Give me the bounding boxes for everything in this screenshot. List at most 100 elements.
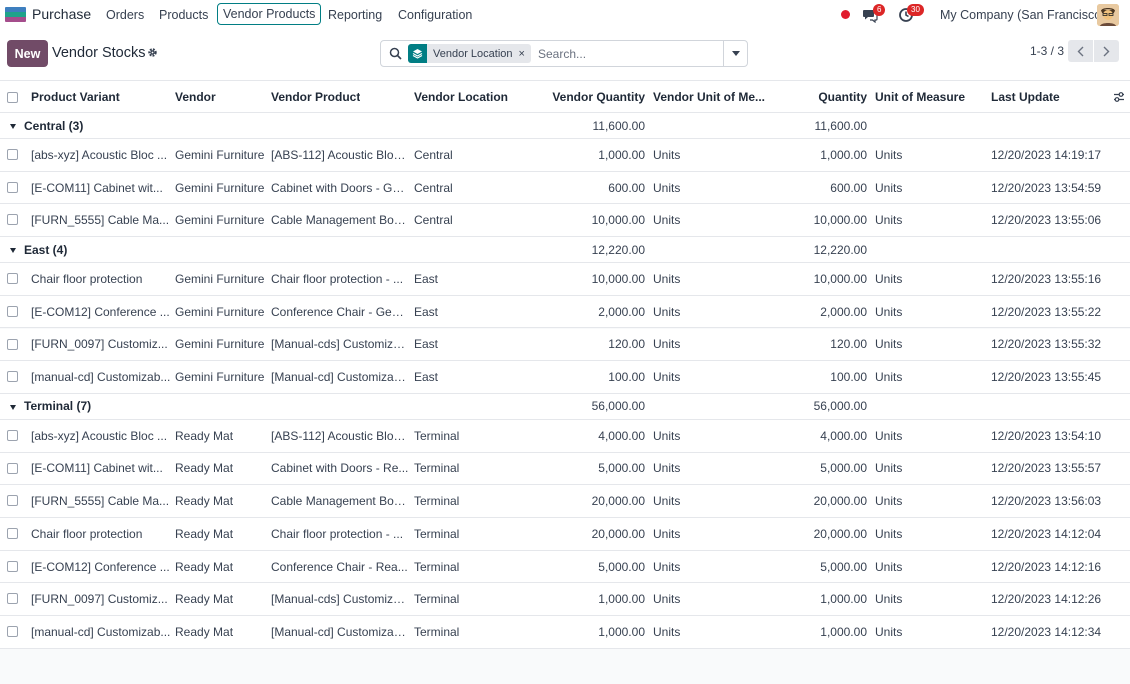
col-uom[interactable]: Unit of Measure bbox=[875, 81, 985, 112]
col-vendor-location[interactable]: Vendor Location bbox=[414, 81, 534, 112]
table-row[interactable]: [FURN_5555] Cable Ma... Gemini Furniture C… bbox=[0, 204, 1130, 238]
row-checkbox[interactable] bbox=[7, 429, 18, 441]
app-brand[interactable]: Purchase bbox=[32, 6, 91, 22]
cell-quantity: 120.00 bbox=[770, 329, 867, 361]
group-row[interactable]: Terminal (7) 56,000.00 56,000.00 bbox=[0, 393, 1130, 420]
table-row[interactable]: [abs-xyz] Acoustic Bloc ... Gemini Furnit… bbox=[0, 139, 1130, 172]
cell-vendor-location-text: Terminal bbox=[414, 461, 460, 476]
row-checkbox[interactable] bbox=[7, 181, 18, 193]
col-vendor[interactable]: Vendor bbox=[175, 81, 267, 112]
table-row[interactable]: Chair floor protection Ready Mat Chair flo… bbox=[0, 518, 1130, 551]
menu-orders[interactable]: Orders bbox=[106, 8, 144, 22]
table-row[interactable]: [E-COM11] Cabinet wit... Gemini Furniture… bbox=[0, 171, 1130, 205]
row-checkbox[interactable] bbox=[7, 462, 18, 474]
group-row[interactable]: Central (3) 11,600.00 11,600.00 bbox=[0, 113, 1130, 139]
table-row[interactable]: [abs-xyz] Acoustic Bloc ... Ready Mat [ABS… bbox=[0, 419, 1130, 453]
row-checkbox[interactable] bbox=[7, 495, 18, 507]
cell-quantity-text: 100.00 bbox=[830, 370, 867, 385]
row-checkbox[interactable] bbox=[7, 626, 18, 638]
table-row[interactable]: [FURN_5555] Cable Ma... Ready Mat Cable Ma… bbox=[0, 485, 1130, 518]
cell-vendor: Ready Mat bbox=[175, 551, 267, 583]
cell-vendor-product: Cable Management Box... bbox=[271, 204, 409, 236]
row-checkbox[interactable] bbox=[7, 338, 18, 350]
purchase-app-icon[interactable] bbox=[5, 7, 26, 22]
table-row[interactable]: [FURN_0097] Customiz... Ready Mat [Manual-… bbox=[0, 583, 1130, 617]
table-row[interactable]: [manual-cd] Customizab... Gemini Furnitur… bbox=[0, 361, 1130, 394]
col-last-update[interactable]: Last Update bbox=[991, 81, 1101, 112]
gear-icon[interactable] bbox=[147, 47, 158, 58]
cell-uom: Units bbox=[875, 551, 985, 583]
cell-uom-text: Units bbox=[875, 592, 903, 607]
group-row[interactable]: East (4) 12,220.00 12,220.00 bbox=[0, 237, 1130, 264]
cell-vendor-product-text: [ABS-112] Acoustic Bloc... bbox=[271, 147, 409, 162]
cell-vendor-quantity: 1,000.00 bbox=[540, 616, 645, 648]
table-row[interactable]: [E-COM12] Conference ... Ready Mat Confere… bbox=[0, 550, 1130, 584]
cell-vendor: Ready Mat bbox=[175, 518, 267, 550]
cell-uom: Units bbox=[875, 485, 985, 517]
pager-next-button[interactable] bbox=[1094, 40, 1119, 62]
group-quantity-total: 11,600.00 bbox=[814, 118, 868, 133]
cell-quantity-text: 5,000.00 bbox=[820, 559, 867, 574]
cell-vendor: Gemini Furniture bbox=[175, 361, 267, 393]
menu-configuration[interactable]: Configuration bbox=[398, 8, 472, 22]
cell-quantity-text: 10,000.00 bbox=[813, 213, 867, 228]
table-row[interactable]: [E-COM11] Cabinet wit... Ready Mat Cabinet… bbox=[0, 452, 1130, 486]
cell-vendor-product: Conference Chair - Rea... bbox=[271, 551, 409, 583]
select-all-checkbox[interactable] bbox=[7, 92, 18, 103]
menu-products[interactable]: Products bbox=[159, 8, 208, 22]
col-vendor-uom[interactable]: Vendor Unit of Me... bbox=[653, 81, 783, 112]
cell-vendor-location: Central bbox=[414, 139, 534, 171]
facet-remove-icon[interactable]: × bbox=[519, 48, 531, 60]
cell-vendor-quantity: 1,000.00 bbox=[540, 583, 645, 615]
pager-previous-button[interactable] bbox=[1068, 40, 1093, 62]
group-quantity-total: 56,000.00 bbox=[813, 399, 867, 414]
status-dot-icon[interactable] bbox=[841, 10, 850, 19]
cell-vendor-product: [Manual-cds] Customiza... bbox=[271, 583, 409, 615]
cell-uom-text: Units bbox=[875, 337, 903, 352]
chevron-left-icon bbox=[1077, 46, 1084, 56]
row-checkbox[interactable] bbox=[7, 528, 18, 539]
row-checkbox[interactable] bbox=[7, 593, 18, 605]
menu-vendor-products[interactable]: Vendor Products bbox=[217, 3, 322, 25]
search-icon[interactable] bbox=[389, 47, 402, 60]
cell-vendor-product-text: Chair floor protection - ... bbox=[271, 526, 404, 541]
row-checkbox[interactable] bbox=[7, 371, 18, 383]
cell-product-variant-text: [E-COM11] Cabinet wit... bbox=[31, 461, 163, 476]
new-button[interactable]: New bbox=[7, 40, 48, 67]
messages-badge: 6 bbox=[873, 4, 886, 16]
pager-value[interactable]: 1-3 / 3 bbox=[1030, 44, 1064, 58]
company-switcher[interactable]: My Company (San Francisco) bbox=[940, 8, 1105, 22]
col-product-variant[interactable]: Product Variant bbox=[31, 81, 171, 112]
row-checkbox[interactable] bbox=[7, 305, 18, 317]
optional-columns-icon[interactable] bbox=[1113, 91, 1125, 103]
row-checkbox[interactable] bbox=[7, 273, 18, 285]
cell-last-update: 12/20/2023 13:55:45 bbox=[991, 361, 1111, 393]
table-row[interactable]: [FURN_0097] Customiz... Gemini Furniture [… bbox=[0, 328, 1130, 362]
cell-last-update: 12/20/2023 13:55:06 bbox=[991, 204, 1111, 236]
cell-quantity: 10,000.00 bbox=[770, 263, 867, 295]
col-quantity[interactable]: Quantity bbox=[770, 81, 867, 112]
cell-product-variant: [FURN_0097] Customiz... bbox=[31, 329, 171, 361]
row-checkbox[interactable] bbox=[7, 149, 18, 160]
table-row[interactable]: [manual-cd] Customizab... Ready Mat [Manua… bbox=[0, 616, 1130, 649]
cell-vendor-product-text: [Manual-cd] Customizab... bbox=[271, 370, 409, 385]
cell-vendor-location-text: Terminal bbox=[414, 592, 460, 607]
cell-last-update: 12/20/2023 13:55:32 bbox=[991, 329, 1111, 361]
cell-vendor-uom-text: Units bbox=[653, 428, 681, 443]
menu-reporting[interactable]: Reporting bbox=[328, 8, 382, 22]
col-vendor-quantity[interactable]: Vendor Quantity bbox=[540, 81, 645, 112]
search-options-toggle[interactable] bbox=[723, 41, 747, 66]
cell-vendor-location: Terminal bbox=[414, 518, 534, 550]
caret-down-icon bbox=[731, 51, 740, 56]
col-vendor-product[interactable]: Vendor Product bbox=[271, 81, 409, 112]
table-row[interactable]: Chair floor protection Gemini Furniture Ch… bbox=[0, 263, 1130, 296]
cell-product-variant-text: [E-COM12] Conference ... bbox=[31, 304, 170, 319]
cell-vendor-text: Ready Mat bbox=[175, 428, 234, 443]
row-checkbox[interactable] bbox=[7, 560, 18, 572]
user-avatar[interactable] bbox=[1097, 4, 1119, 26]
cell-quantity: 20,000.00 bbox=[770, 485, 867, 517]
row-checkbox[interactable] bbox=[7, 214, 18, 226]
table-row[interactable]: [E-COM12] Conference ... Gemini Furniture… bbox=[0, 295, 1130, 329]
cell-uom: Units bbox=[875, 453, 985, 485]
search-input[interactable] bbox=[538, 45, 718, 62]
